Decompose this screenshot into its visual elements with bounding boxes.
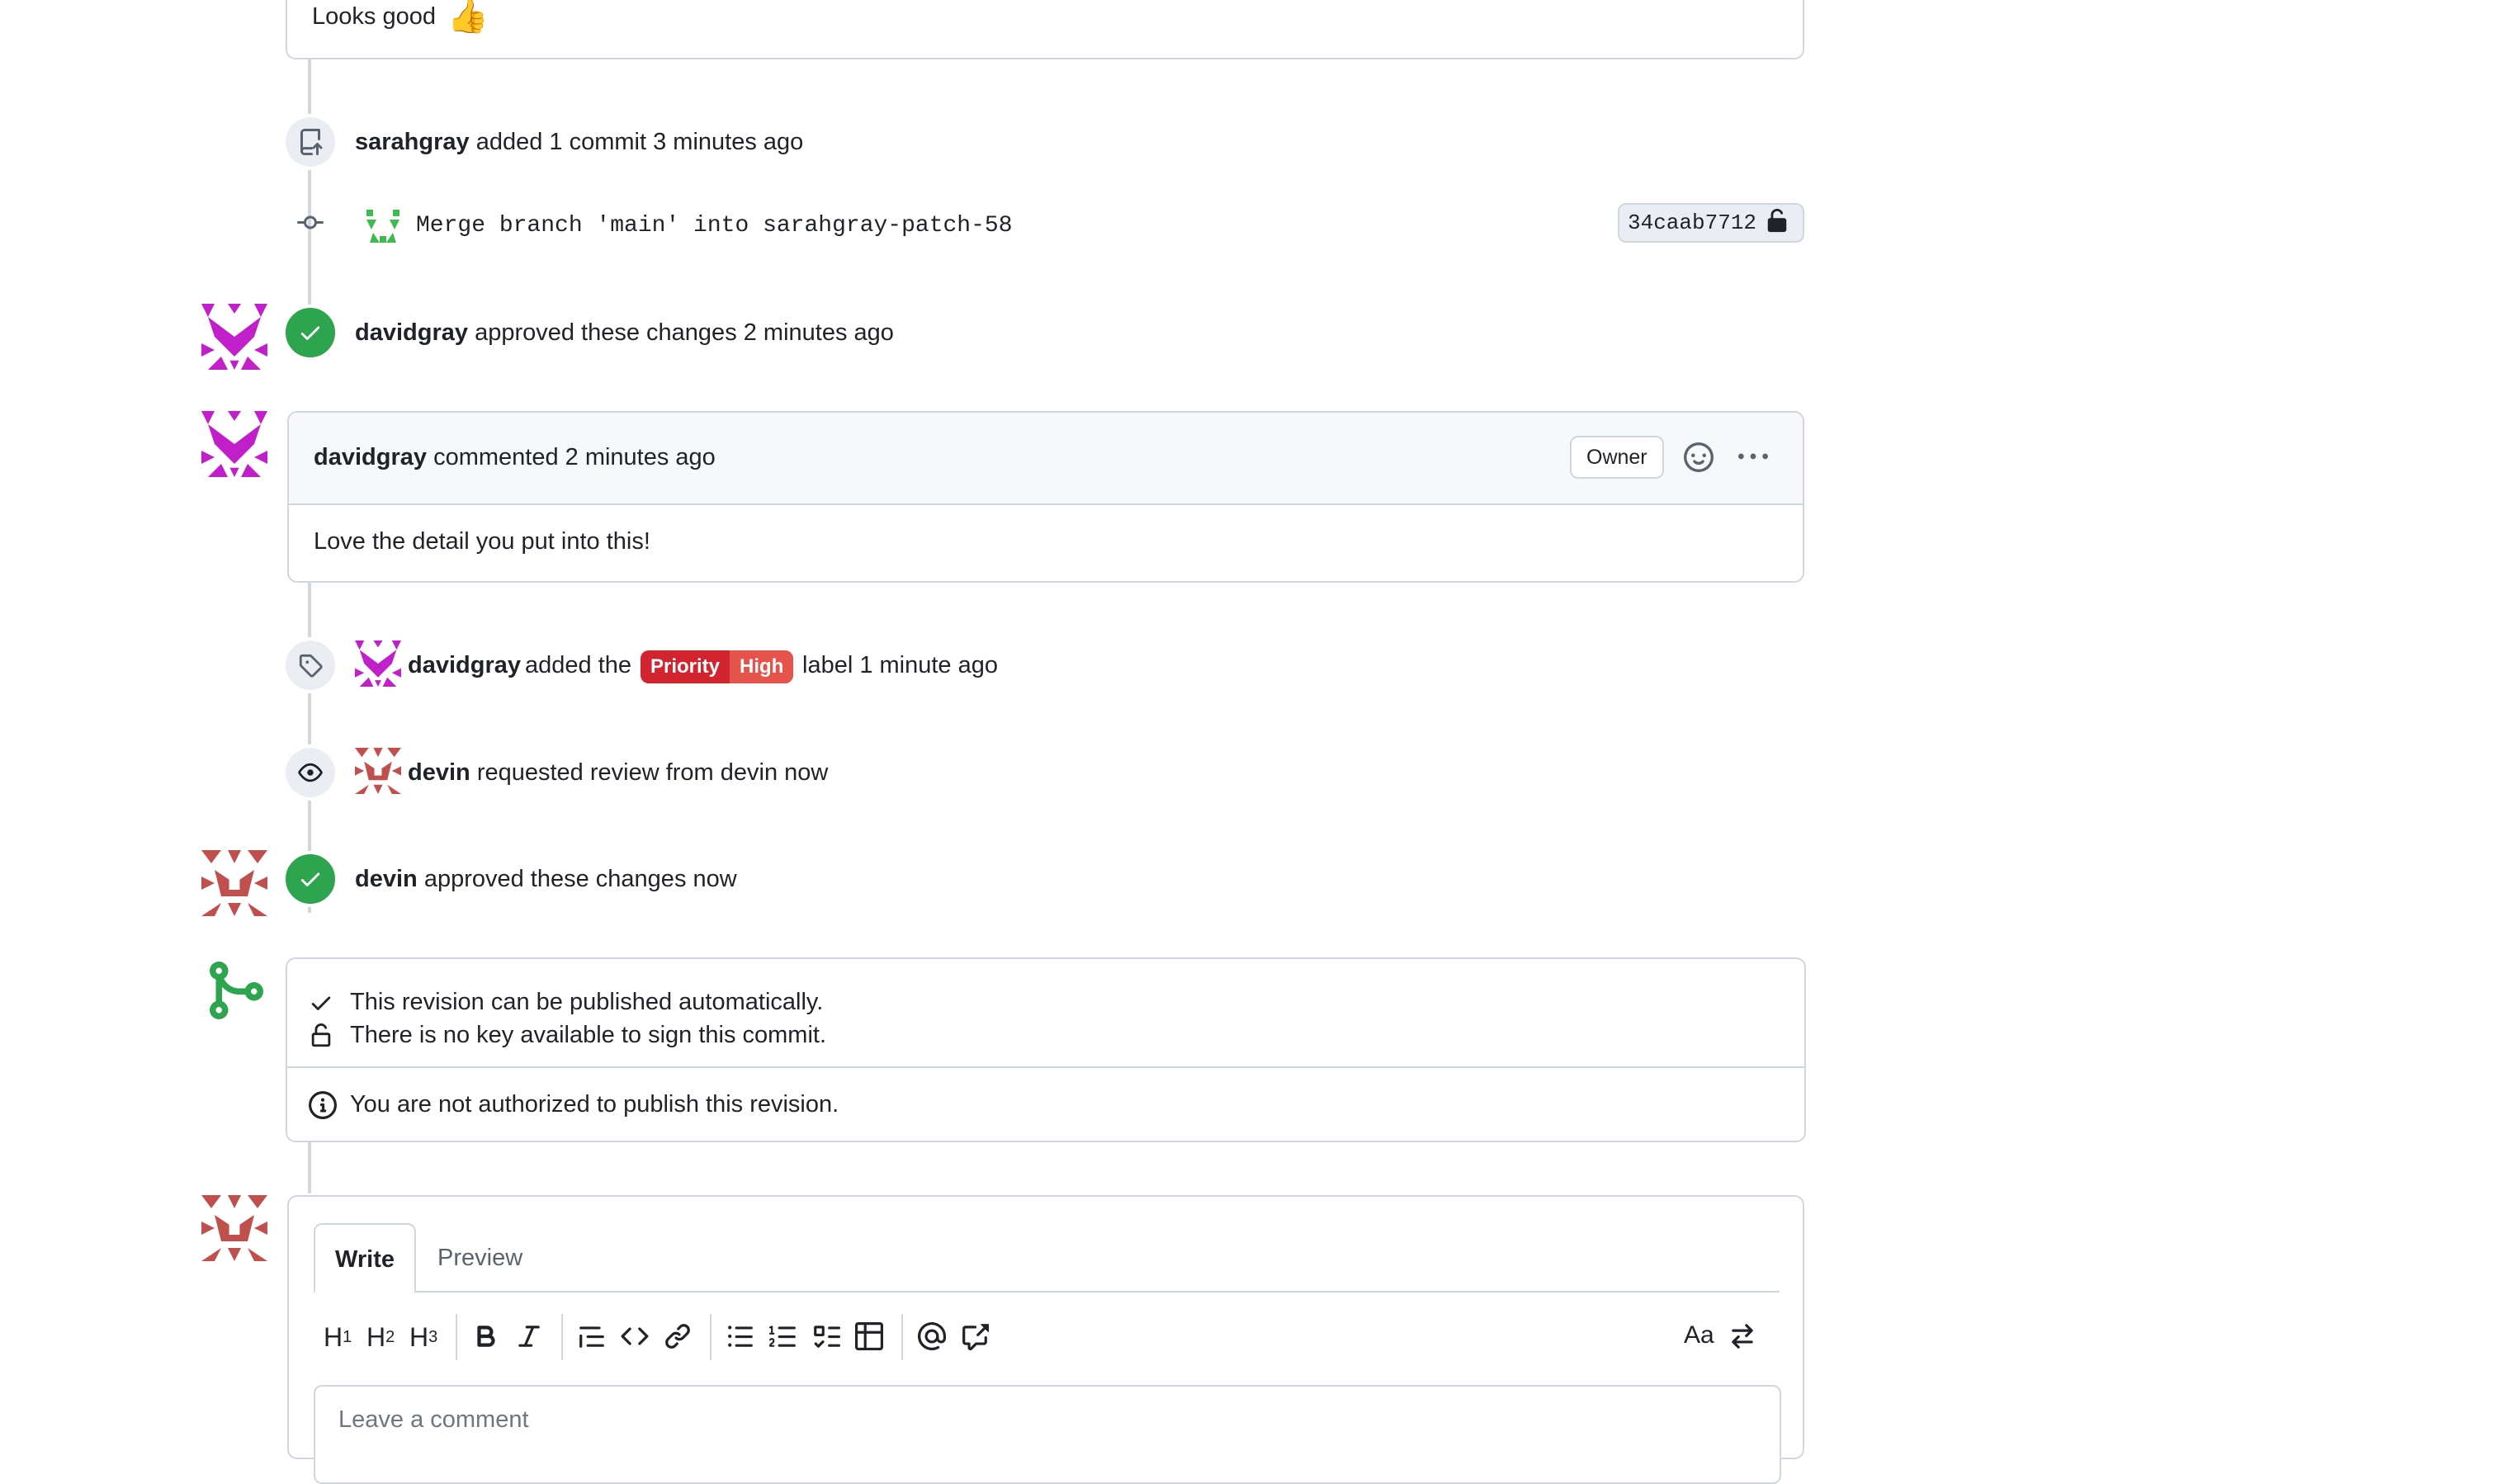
tab-write[interactable]: Write [314, 1223, 416, 1293]
kebab-menu-icon[interactable] [1738, 442, 1768, 476]
font-toggle-button[interactable]: Aa [1684, 1321, 1714, 1350]
owner-badge: Owner [1570, 436, 1664, 479]
commit-author-avatar [366, 210, 399, 247]
user-link[interactable]: devin [408, 759, 470, 786]
table-icon[interactable] [855, 1322, 883, 1350]
avatar-davidgray[interactable] [201, 411, 267, 481]
user-link[interactable]: davidgray [355, 319, 468, 346]
new-comment-box: Write Preview H1 H2 H3 Aa Leave a commen… [287, 1195, 1804, 1484]
smiley-icon[interactable] [1684, 442, 1714, 476]
commit-sha-button[interactable]: 34caab7712 [1618, 203, 1804, 243]
cross-reference-icon[interactable] [961, 1322, 989, 1350]
comment-textarea[interactable]: Leave a comment [314, 1385, 1781, 1484]
merge-check-text: This revision can be published automatic… [350, 989, 824, 1015]
code-icon[interactable] [621, 1322, 649, 1350]
user-link[interactable]: sarahgray [355, 129, 470, 155]
event-approved: devin approved these changes now [355, 866, 737, 892]
check-icon [282, 305, 338, 361]
label-priority-high[interactable]: Priority High [641, 650, 794, 683]
check-icon [309, 990, 333, 1019]
comment-body: Love the detail you put into this! [314, 528, 650, 555]
toolbar-separator [901, 1314, 903, 1360]
event-review-requested: devin requested review from devin now [408, 759, 829, 786]
commit-sha: 34caab7712 [1628, 210, 1757, 235]
toolbar-separator [710, 1314, 711, 1360]
info-icon [309, 1091, 337, 1123]
label-value: High [730, 650, 794, 683]
comment-box: davidgray commented 2 minutes ago Owner … [287, 411, 1804, 583]
unlock-icon [1765, 208, 1789, 238]
user-link[interactable]: devin [355, 866, 418, 892]
tab-preview[interactable]: Preview [437, 1243, 522, 1273]
git-merge-icon [201, 957, 267, 1028]
event-approved: davidgray approved these changes 2 minut… [355, 319, 894, 346]
eye-icon [282, 744, 338, 801]
italic-icon[interactable] [515, 1322, 543, 1350]
link-icon[interactable] [664, 1322, 692, 1350]
task-list-icon[interactable] [812, 1322, 840, 1350]
timeline-line [308, 58, 311, 305]
unlock-icon [309, 1023, 333, 1052]
previous-comment-box: Looks good 👍 [286, 0, 1804, 59]
user-link[interactable]: davidgray [408, 650, 521, 680]
avatar-devin[interactable] [201, 1195, 267, 1265]
comment-header: davidgray commented 2 minutes ago Owner [289, 413, 1803, 505]
comment-header-text: davidgray commented 2 minutes ago [314, 444, 716, 470]
comment-body: Looks good [312, 3, 436, 30]
avatar-devin[interactable] [201, 850, 267, 920]
check-icon [282, 851, 338, 907]
commit-message-link[interactable]: Merge branch 'main' into sarahgray-patch… [416, 211, 1013, 241]
switch-arrows-icon[interactable] [1728, 1322, 1756, 1350]
editor-tabs-underline [314, 1291, 1780, 1293]
avatar-davidgray[interactable] [201, 304, 267, 374]
unordered-list-icon[interactable] [726, 1322, 754, 1350]
git-commit-icon [297, 210, 324, 240]
merge-status-box: This revision can be published automatic… [286, 957, 1806, 1142]
quote-icon[interactable] [578, 1322, 606, 1350]
commit-push-icon [282, 114, 338, 170]
signing-key-text: There is no key available to sign this c… [350, 1022, 827, 1048]
tag-icon [282, 637, 338, 693]
heading-1-button[interactable]: H1 [324, 1314, 352, 1360]
toolbar-separator [561, 1314, 563, 1360]
event-label-time: label 1 minute ago [802, 652, 998, 678]
event-commit-added: sarahgray added 1 commit 3 minutes ago [355, 129, 804, 155]
user-link[interactable]: davidgray [314, 444, 427, 470]
thumbs-up-emoji: 👍 [447, 0, 489, 35]
bold-icon[interactable] [472, 1322, 500, 1350]
avatar-davidgray[interactable] [355, 640, 401, 691]
avatar-devin[interactable] [355, 748, 401, 798]
divider [287, 1066, 1804, 1068]
timeline-line [308, 1139, 311, 1193]
heading-2-button[interactable]: H2 [366, 1314, 395, 1360]
ordered-list-icon[interactable] [769, 1322, 797, 1350]
label-scope: Priority [650, 655, 721, 678]
event-label-text: added the [525, 652, 632, 678]
mention-icon[interactable] [918, 1322, 946, 1350]
heading-3-button[interactable]: H3 [409, 1314, 437, 1360]
toolbar-separator [456, 1314, 457, 1360]
comment-placeholder: Leave a comment [338, 1406, 529, 1433]
not-authorized-text: You are not authorized to publish this r… [350, 1091, 839, 1118]
